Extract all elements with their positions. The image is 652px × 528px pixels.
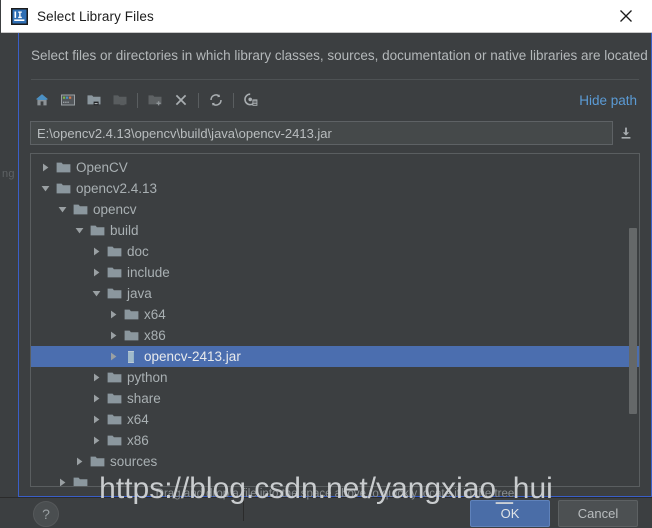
chevron-right-icon[interactable]: [90, 367, 103, 388]
tree-row-label: sources: [110, 454, 158, 469]
tree-row-label: python: [127, 370, 168, 385]
dialog-subtitle: Select files or directories in which lib…: [31, 48, 648, 63]
tree-row-label: opencv2.4.13: [76, 181, 158, 196]
tree-row[interactable]: opencv-2413.jar: [31, 346, 639, 367]
tree-row[interactable]: x64: [31, 409, 639, 430]
home-icon[interactable]: [29, 87, 55, 113]
header-divider: [31, 79, 639, 80]
chevron-down-icon[interactable]: [56, 199, 69, 220]
cancel-button[interactable]: Cancel: [558, 500, 638, 527]
hide-path-link[interactable]: Hide path: [579, 93, 639, 108]
ok-button[interactable]: OK: [470, 500, 550, 527]
tree-row-label: x64: [127, 412, 149, 427]
tree-row[interactable]: x86: [31, 325, 639, 346]
folder-icon: [124, 304, 142, 325]
tree-row[interactable]: [31, 472, 639, 486]
tree-row[interactable]: x64: [31, 304, 639, 325]
chevron-right-icon[interactable]: [90, 388, 103, 409]
project-folder-icon[interactable]: [81, 87, 107, 113]
drag-drop-hint: Drag and drop a file into the space abov…: [155, 488, 515, 500]
tree-row-label: opencv: [93, 202, 137, 217]
toolbar-divider-3: [233, 92, 234, 108]
tree-row[interactable]: python: [31, 367, 639, 388]
tree-row[interactable]: build: [31, 220, 639, 241]
folder-icon: [107, 262, 125, 283]
path-input[interactable]: [30, 121, 613, 145]
toolbar-divider-1: [137, 92, 138, 108]
folder-icon: [107, 430, 125, 451]
tree-row-label: x86: [127, 433, 149, 448]
folder-icon: [73, 199, 91, 220]
tree-row[interactable]: opencv2.4.13: [31, 178, 639, 199]
dialog-title: Select Library Files: [37, 8, 154, 24]
folder-icon: [90, 220, 108, 241]
chevron-down-icon[interactable]: [73, 220, 86, 241]
refresh-icon[interactable]: [203, 87, 229, 113]
new-folder-icon[interactable]: [142, 87, 168, 113]
close-icon[interactable]: [615, 5, 637, 27]
dialog-titlebar: Select Library Files: [1, 0, 652, 33]
tree-row[interactable]: java: [31, 283, 639, 304]
folder-icon: [107, 409, 125, 430]
path-row: [30, 120, 640, 146]
tree-row[interactable]: sources: [31, 451, 639, 472]
chevron-down-icon[interactable]: [39, 178, 52, 199]
module-folder-icon[interactable]: [107, 87, 133, 113]
show-hidden-icon[interactable]: [238, 87, 264, 113]
chevron-down-icon[interactable]: [90, 283, 103, 304]
toolbar-divider-2: [198, 92, 199, 108]
tree-row-label: doc: [127, 244, 149, 259]
select-library-files-dialog: Select Library Files Select files or dir…: [1, 0, 652, 527]
chevron-right-icon[interactable]: [107, 346, 120, 367]
chevron-right-icon[interactable]: [56, 472, 69, 486]
chevron-right-icon[interactable]: [39, 157, 52, 178]
tree-scrollbar-thumb[interactable]: [629, 228, 637, 414]
folder-icon: [56, 157, 74, 178]
intellij-idea-icon: [11, 7, 28, 25]
tree-row[interactable]: x86: [31, 430, 639, 451]
download-icon[interactable]: [613, 121, 639, 145]
tree-row[interactable]: include: [31, 262, 639, 283]
tree-row[interactable]: OpenCV: [31, 157, 639, 178]
tree-row-label: share: [127, 391, 161, 406]
file-tree[interactable]: OpenCV opencv2.4.13 opencv build doc include j…: [31, 157, 639, 486]
help-button[interactable]: ?: [33, 501, 59, 527]
folder-icon: [107, 388, 125, 409]
tree-row-label: x86: [144, 328, 166, 343]
dialog-body: Select files or directories in which lib…: [19, 33, 651, 527]
folder-icon: [56, 178, 74, 199]
tree-row[interactable]: opencv: [31, 199, 639, 220]
ide-ghost-text: ng: [2, 168, 15, 180]
chevron-right-icon[interactable]: [107, 304, 120, 325]
folder-icon: [73, 472, 91, 486]
chevron-right-icon[interactable]: [73, 451, 86, 472]
tree-scrollbar[interactable]: [629, 155, 638, 486]
tree-row-label: opencv-2413.jar: [144, 349, 241, 364]
tree-row-label: build: [110, 223, 139, 238]
file-tree-panel[interactable]: OpenCV opencv2.4.13 opencv build doc include j…: [30, 153, 640, 487]
chevron-right-icon[interactable]: [90, 409, 103, 430]
folder-icon: [107, 367, 125, 388]
tree-row[interactable]: doc: [31, 241, 639, 262]
tree-row[interactable]: share: [31, 388, 639, 409]
desktop-icon[interactable]: [55, 87, 81, 113]
tree-row-label: x64: [144, 307, 166, 322]
jar-icon: [124, 346, 142, 367]
delete-icon[interactable]: [168, 87, 194, 113]
tree-row-label: java: [127, 286, 152, 301]
chevron-right-icon[interactable]: [90, 241, 103, 262]
tree-row-label: include: [127, 265, 170, 280]
folder-icon: [90, 451, 108, 472]
chevron-right-icon[interactable]: [90, 262, 103, 283]
chevron-right-icon[interactable]: [90, 430, 103, 451]
tree-row-label: OpenCV: [76, 160, 128, 175]
folder-icon: [107, 241, 125, 262]
folder-icon: [124, 325, 142, 346]
dialog-footer: ? OK Cancel: [19, 500, 651, 528]
file-chooser-toolbar: Hide path: [29, 87, 639, 113]
folder-icon: [107, 283, 125, 304]
chevron-right-icon[interactable]: [107, 325, 120, 346]
